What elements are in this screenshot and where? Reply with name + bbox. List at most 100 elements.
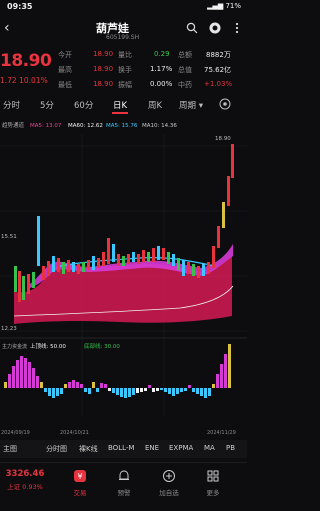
sub-indicator-bar bbox=[16, 360, 19, 388]
svg-text:¥: ¥ bbox=[77, 472, 82, 481]
candlestick bbox=[127, 254, 130, 264]
sub-indicator-bar bbox=[116, 388, 119, 395]
candlestick bbox=[152, 248, 155, 262]
date-start: 2024/09/19 bbox=[1, 430, 30, 436]
candlestick bbox=[162, 248, 165, 260]
sub-indicator-bar bbox=[80, 384, 83, 388]
sub-indicator-bar bbox=[120, 388, 123, 397]
sub-indicator-bar bbox=[160, 388, 163, 390]
candlestick bbox=[22, 276, 25, 300]
indicator-main[interactable]: 主图 bbox=[3, 444, 17, 454]
candlestick bbox=[14, 266, 17, 292]
main-indicator-name: 趋势通道 bbox=[2, 121, 25, 129]
candlestick bbox=[77, 264, 80, 274]
sub-indicator-bar bbox=[136, 388, 139, 393]
indicator-ene[interactable]: ENE bbox=[145, 444, 159, 452]
nav-alert[interactable]: 预警 bbox=[104, 469, 144, 497]
candlestick bbox=[177, 258, 180, 270]
quote-value: 8882万 bbox=[206, 51, 231, 59]
date-end: 2024/11/29 bbox=[207, 430, 236, 436]
candlestick bbox=[202, 264, 205, 276]
sub-indicator-bar bbox=[60, 388, 63, 394]
back-icon[interactable]: ‹ bbox=[4, 20, 10, 36]
add-icon bbox=[163, 470, 175, 482]
quote-label: 总额 bbox=[178, 51, 192, 59]
candlestick bbox=[72, 262, 75, 272]
candlestick bbox=[117, 254, 120, 266]
sub-indicator-bar bbox=[28, 362, 31, 388]
kline-chart[interactable]: 趋势通道 MA5: 13.07 MA60: 12.62 MA5: 15.76 M… bbox=[0, 116, 247, 436]
index-label: 上证 0.93% bbox=[7, 483, 43, 491]
quote-label: 中药 bbox=[178, 81, 192, 89]
sub-indicator-bar bbox=[124, 388, 127, 398]
price-label-low: 12.23 bbox=[1, 326, 17, 332]
candlestick bbox=[97, 258, 100, 268]
search-icon[interactable] bbox=[186, 22, 198, 34]
sub-indicator-bar bbox=[64, 384, 67, 388]
sub-indicator-bar bbox=[172, 388, 175, 396]
quote-value: 18.90 bbox=[93, 65, 114, 73]
candlestick bbox=[212, 246, 215, 268]
quote-label: 振幅 bbox=[118, 81, 132, 89]
sub-indicator-bar bbox=[112, 388, 115, 393]
ma-legend-4: MA10: 14.36 bbox=[142, 123, 177, 129]
indicator-ma[interactable]: MA bbox=[204, 444, 215, 452]
sub-indicator-bar bbox=[40, 382, 43, 388]
candlestick bbox=[57, 258, 60, 272]
sub-indicator-bar bbox=[92, 382, 95, 388]
active-tab-indicator bbox=[112, 112, 128, 114]
sub-indicator-bar bbox=[128, 388, 131, 397]
quote-value: 1.17% bbox=[150, 65, 173, 73]
candlestick bbox=[147, 252, 150, 262]
menu-icon[interactable] bbox=[231, 22, 243, 34]
bell-icon bbox=[119, 470, 129, 480]
quote-value: 75.62亿 bbox=[204, 66, 232, 74]
candlestick bbox=[112, 244, 115, 262]
indicator-expma[interactable]: EXPMA bbox=[169, 444, 193, 452]
candlestick bbox=[107, 238, 110, 264]
candlestick bbox=[27, 274, 30, 294]
candlestick bbox=[82, 262, 85, 272]
sub-indicator-bar bbox=[72, 380, 75, 388]
sub-indicator-bar bbox=[196, 388, 199, 394]
status-time: 09:35 bbox=[7, 2, 33, 11]
sub-indicator-bar bbox=[108, 388, 111, 391]
assistant-icon[interactable] bbox=[209, 22, 221, 34]
indicator-naked-k[interactable]: 裸K线 bbox=[79, 444, 98, 454]
tab-5min[interactable]: 5分 bbox=[40, 99, 54, 111]
sub-indicator-bar bbox=[152, 388, 155, 392]
sub-indicator-bar bbox=[204, 388, 207, 398]
indicator-pb[interactable]: PB bbox=[226, 444, 235, 452]
sub-indicator-bar bbox=[164, 388, 167, 392]
candlestick bbox=[167, 252, 170, 264]
tab-daily-k[interactable]: 日K bbox=[113, 99, 127, 111]
status-bar: 09:35 ▂▄▆ 71% bbox=[0, 0, 247, 14]
sub-indicator-bar bbox=[32, 368, 35, 388]
sub-indicator-bar bbox=[76, 382, 79, 388]
nav-trade[interactable]: ¥ 交易 bbox=[60, 469, 100, 497]
sub-indicator-bar bbox=[180, 388, 183, 392]
sub-indicator-bar bbox=[208, 388, 211, 396]
tab-period[interactable]: 周期 ▾ bbox=[179, 99, 203, 111]
quote-value: +1.03% bbox=[204, 80, 233, 88]
sub-indicator-bar bbox=[192, 388, 195, 392]
date-mid: 2024/10/21 bbox=[60, 430, 89, 436]
bottom-nav: 3326.46 上证 0.93% ¥ 交易 预警 加自选 更多 bbox=[0, 462, 247, 511]
price-label-top: 18.90 bbox=[215, 136, 231, 142]
period-tabs: 分时 5分 60分 日K 周K 周期 ▾ bbox=[0, 96, 247, 114]
indicator-boll[interactable]: BOLL-M bbox=[108, 444, 134, 452]
tab-60min[interactable]: 60分 bbox=[74, 99, 93, 111]
ma-legend-2: MA60: 12.62 bbox=[68, 123, 103, 129]
settings-icon[interactable] bbox=[219, 98, 231, 112]
nav-add-watchlist[interactable]: 加自选 bbox=[149, 469, 189, 497]
indicator-bar: 主图 分时图 裸K线 BOLL-M ENE EXPMA MA PB bbox=[0, 440, 247, 458]
tab-weekly-k[interactable]: 周K bbox=[148, 99, 162, 111]
sub-indicator-bar bbox=[68, 382, 71, 388]
indicator-intraday[interactable]: 分时图 bbox=[46, 444, 67, 454]
candlestick bbox=[92, 256, 95, 270]
sub-indicator-bar bbox=[4, 382, 7, 388]
nav-more[interactable]: 更多 bbox=[193, 469, 233, 497]
tab-intraday[interactable]: 分时 bbox=[3, 99, 20, 111]
quote-label: 量比 bbox=[118, 51, 132, 59]
index-ticker[interactable]: 3326.46 上证 0.93% bbox=[0, 469, 50, 491]
